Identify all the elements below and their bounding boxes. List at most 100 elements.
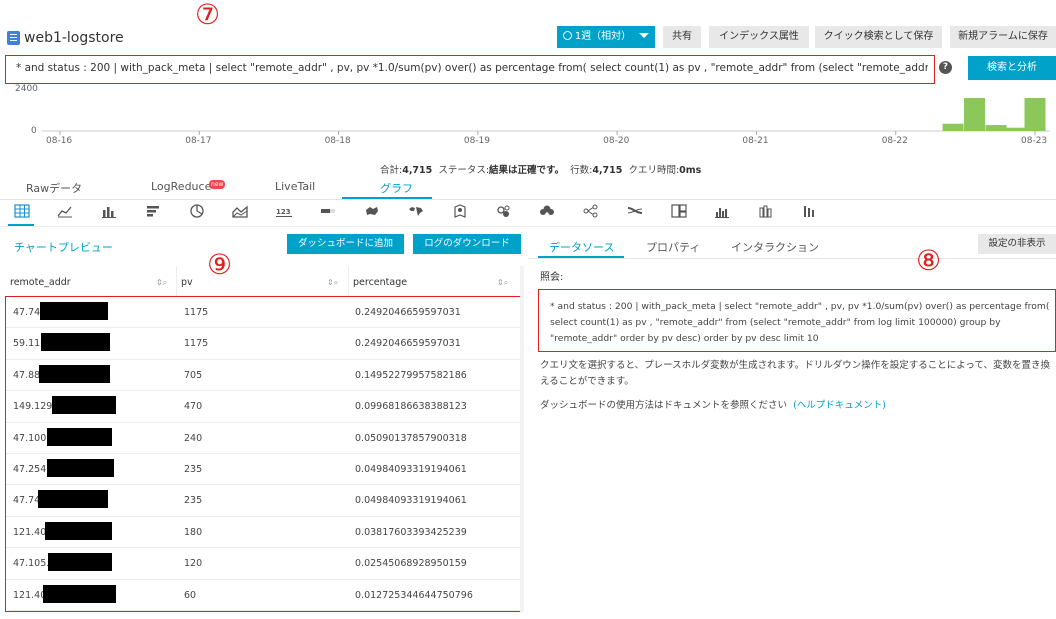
tab-graph[interactable]: グラフ [380,180,413,196]
table-row[interactable]: 121.40. 180 0.03817603393425239 [6,517,521,549]
histogram-bar[interactable] [1024,98,1046,131]
cell-percentage: 0.2492046659597031 [355,307,461,318]
callout-9: ⑨ [207,248,233,281]
cell-pv: 235 [184,464,203,475]
cell-pv: 180 [184,526,203,538]
cell-percentage: 0.04984093319194061 [355,495,467,507]
doc-note: ダッシュボードの使用方法はドキュメントを参照ください (ヘルプドキュメント) [540,398,886,414]
sort-filter-icon[interactable]: ⇕⌕ [327,278,338,288]
table-icon[interactable] [14,204,30,218]
world-map-icon[interactable] [408,204,424,218]
column-header-pv[interactable]: pv [181,277,193,288]
tree-icon[interactable] [671,204,687,218]
x-tick-label: 08-18 [324,136,351,146]
sort-filter-icon[interactable]: ⇕⌕ [156,278,167,288]
share-button[interactable]: 共有 [663,26,701,48]
amap-icon[interactable] [452,204,468,218]
hide-settings-button[interactable]: 設定の非表示 [978,234,1056,254]
datasource-query-text: * and status : 200 | with_pack_meta | se… [550,301,1050,344]
table-row[interactable]: 47.254. 235 0.04984093319194061 [6,454,521,486]
cell-remote-addr: 149.129. [13,401,56,413]
cell-pv: 240 [184,432,203,444]
histogram-bar[interactable] [985,125,1007,131]
query-text: * and status : 200 | with_pack_meta | se… [16,62,928,74]
tab-properties[interactable]: プロパティ [646,239,700,255]
column-chart-icon[interactable] [101,204,117,218]
time-range-button[interactable]: 1週（相対） [557,26,655,48]
x-tick-label: 08-19 [463,136,490,146]
datasource-query-box[interactable]: * and status : 200 | with_pack_meta | se… [538,289,1056,352]
cell-percentage: 0.012725344644750796 [355,589,473,601]
x-tick-label: 08-22 [881,136,908,146]
tab-active-indicator [342,197,432,199]
cell-percentage: 0.03817603393425239 [355,526,467,538]
word-cloud-icon[interactable] [539,204,555,218]
table-row[interactable]: 59.110 1175 0.2492046659597031 [6,328,521,360]
log-histogram[interactable]: 2400 0 08-16 08-17 08-18 08-19 08-20 08-21 08-… [0,84,1056,154]
tab-livetail[interactable]: LiveTail [275,180,315,193]
cell-percentage: 0.04984093319194061 [355,464,467,475]
line-chart-icon[interactable] [57,204,73,218]
table-scrollbar[interactable] [520,266,524,612]
histogram-icon[interactable] [758,204,774,218]
table-row[interactable]: 47.74. 1175 0.2492046659597031 [6,297,521,329]
progress-icon[interactable] [320,204,336,218]
tab-divider [0,199,1056,200]
cell-pv: 705 [184,369,203,381]
callout-8: ⑧ [916,244,942,277]
callout-7: ⑦ [195,0,221,31]
histogram-bar[interactable] [942,123,964,131]
heatmap-icon[interactable] [714,204,730,218]
cell-pv: 1175 [184,307,209,318]
tab-interaction[interactable]: インタラクション [731,239,819,255]
bar-chart-icon[interactable] [145,204,161,218]
query-input[interactable]: * and status : 200 | with_pack_meta | se… [5,55,935,84]
cell-percentage: 0.02545068928950159 [355,558,467,570]
tab-datasource[interactable]: データソース [549,239,614,255]
bar-compare-icon[interactable] [802,204,818,218]
download-log-button[interactable]: ログのダウンロード [413,234,521,254]
save-alarm-button[interactable]: 新規アラームに保存 [950,26,1056,48]
result-summary: 合計:4,715 ステータス:結果は正確です。 行数:4,715 クエリ時間:0… [380,165,702,176]
column-separator [348,266,349,296]
redaction-block [40,302,108,320]
tab-logreduce[interactable]: LogReduce [151,180,211,193]
cell-remote-addr: 121.40. [13,526,50,538]
add-to-dashboard-button[interactable]: ダッシュボードに追加 [287,234,404,254]
help-document-link[interactable]: (ヘルプドキュメント) [793,400,886,411]
column-header-percentage[interactable]: percentage [353,277,407,288]
flow-icon[interactable] [496,204,512,218]
table-row[interactable]: 47.100. 240 0.05090137857900318 [6,423,521,454]
map-icon[interactable] [364,204,380,218]
sort-filter-icon[interactable]: ⇕⌕ [497,278,508,288]
doc-note-text: ダッシュボードの使用方法はドキュメントを参照ください [540,400,788,411]
tab-raw-data[interactable]: Rawデータ [26,180,82,196]
number-icon[interactable]: 123 [276,204,292,218]
histogram-bar[interactable] [1005,127,1026,131]
cell-pv: 1175 [184,338,209,350]
right-tab-divider [528,258,1056,259]
table-row[interactable]: 47.88. 705 0.14952279957582186 [6,360,521,392]
chart-icon-active-indicator [8,224,34,226]
table-row[interactable]: 47.74 235 0.04984093319194061 [6,485,521,517]
x-tick-label: 08-20 [603,136,630,146]
search-analyze-button[interactable]: 検索と分析 [968,56,1056,80]
area-chart-icon[interactable] [232,204,248,218]
table-row[interactable]: 121.40. 60 0.012725344644750796 [6,580,521,611]
cell-pv: 235 [184,495,203,507]
table-row[interactable]: 47.105. 120 0.02545068928950159 [6,548,521,580]
sankey-icon[interactable] [627,204,643,218]
funnel-icon[interactable] [583,204,599,218]
help-icon[interactable]: ? [939,61,952,74]
cell-percentage: 0.09968186638388123 [355,401,467,413]
histogram-bar[interactable] [964,98,986,131]
index-attribute-button[interactable]: インデックス属性 [709,26,809,48]
x-tick-label: 08-16 [46,136,73,146]
cell-pv: 60 [184,589,197,601]
x-tick-label: 08-17 [185,136,212,146]
column-header-remote-addr[interactable]: remote_addr [10,277,71,288]
pie-chart-icon[interactable] [189,204,205,218]
save-quick-search-button[interactable]: クイック検索として保存 [815,26,942,48]
redaction-block [48,553,112,572]
table-row[interactable]: 149.129. 470 0.09968186638388123 [6,391,521,423]
